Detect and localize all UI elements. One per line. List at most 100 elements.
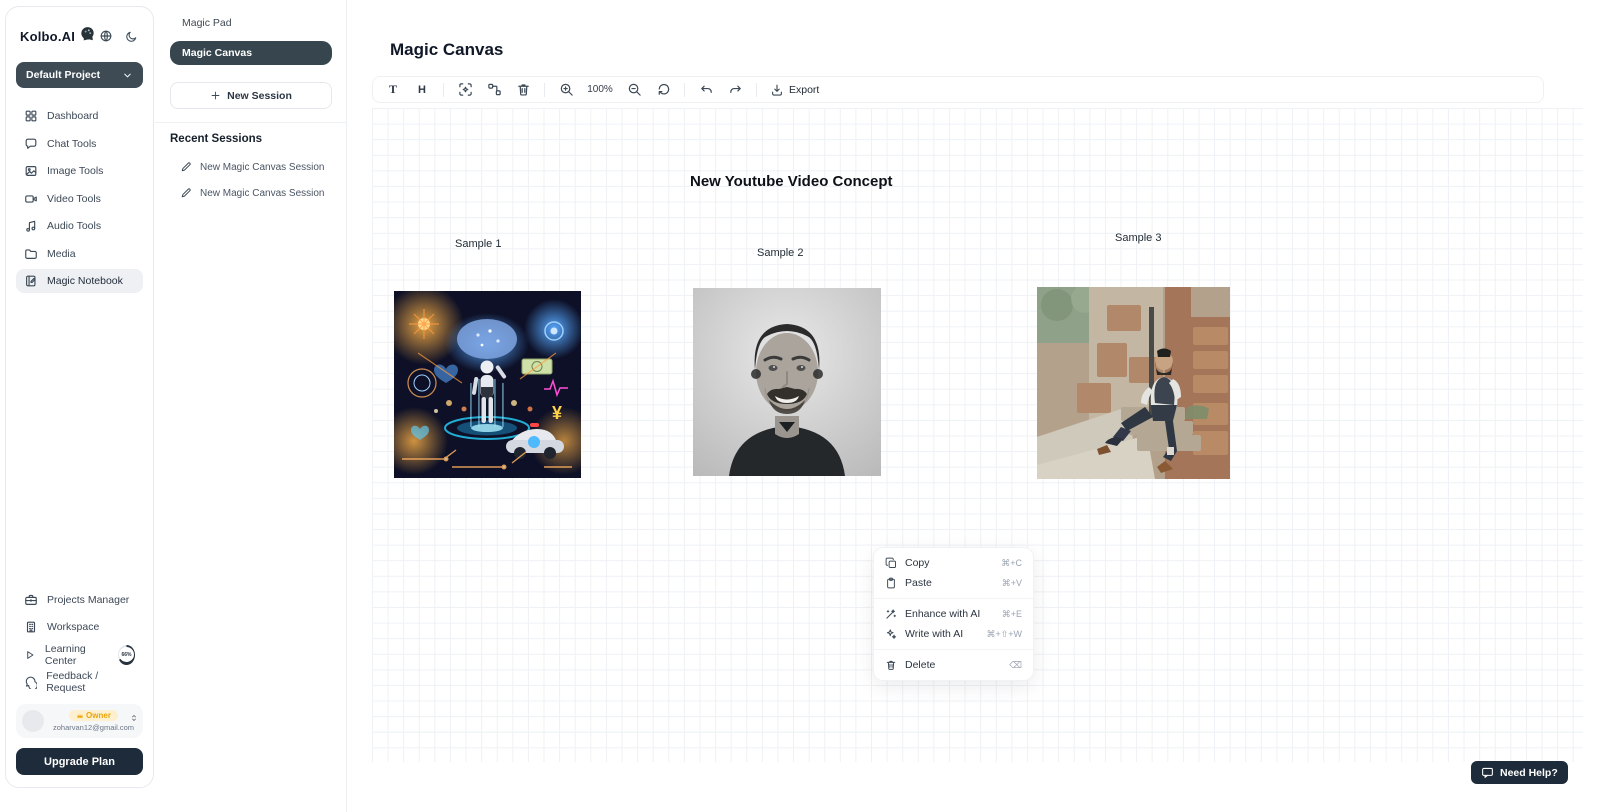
heading-tool-button[interactable]: H: [414, 82, 430, 98]
user-email: zoharvan12@gmail.com: [53, 723, 134, 732]
media-folder-icon: [24, 247, 38, 261]
sidebar-item-label: Dashboard: [47, 110, 98, 122]
sidebar-item-feedback-request[interactable]: Feedback / Request: [16, 670, 143, 694]
sidebar-item-workspace[interactable]: Workspace: [16, 615, 143, 639]
toolbar-divider: [756, 83, 757, 97]
session-item-label: New Magic Canvas Session: [200, 162, 325, 173]
trash-icon: [516, 82, 531, 97]
brand-logo: Kolbo.AI: [20, 29, 75, 44]
sidebar-item-magic-notebook[interactable]: Magic Notebook: [16, 269, 143, 293]
sidebar-item-label: Magic Notebook: [47, 275, 123, 287]
menu-item-label: Write with AI: [905, 628, 963, 640]
menu-shortcut: ⌘+⇧+W: [986, 629, 1022, 640]
menu-shortcut: ⌘+E: [1002, 609, 1022, 620]
brain-head-logo-icon: [79, 25, 96, 47]
sample-2-label[interactable]: Sample 2: [757, 247, 803, 259]
session-list-item[interactable]: New Magic Canvas Session: [170, 187, 332, 199]
chat-bubble-icon: [24, 137, 38, 151]
connector-tool-button[interactable]: [486, 82, 502, 98]
session-list-item[interactable]: New Magic Canvas Session: [170, 161, 332, 173]
sidebar-item-projects-manager[interactable]: Projects Manager: [16, 588, 143, 612]
sidebar-item-video-tools[interactable]: Video Tools: [16, 187, 143, 211]
video-camera-icon: [24, 192, 38, 206]
menu-shortcut: ⌫: [1009, 660, 1022, 671]
undo-button[interactable]: [698, 82, 714, 98]
sidebar-item-dashboard[interactable]: Dashboard: [16, 104, 143, 128]
briefcase-icon: [24, 593, 38, 607]
redo-button[interactable]: [727, 82, 743, 98]
page-title: Magic Canvas: [390, 40, 503, 60]
sidebar-item-label: Learning Center: [45, 643, 109, 667]
new-session-label: New Session: [227, 90, 292, 102]
export-button[interactable]: Export: [770, 83, 819, 97]
pencil-icon: [180, 161, 192, 173]
menu-divider: [874, 598, 1033, 599]
connector-icon: [487, 82, 502, 97]
sidebar-item-label: Audio Tools: [47, 220, 101, 232]
sidebar-item-learning-center[interactable]: Learning Center 66%: [16, 643, 143, 667]
menu-item-paste[interactable]: Paste ⌘+V: [874, 573, 1033, 593]
text-tool-button[interactable]: T: [385, 82, 401, 98]
rotate-icon: [656, 82, 671, 97]
context-menu: Copy ⌘+C Paste ⌘+V Enhance with AI ⌘+E W…: [873, 547, 1034, 681]
project-selector[interactable]: Default Project: [16, 62, 143, 88]
ai-select-button[interactable]: [457, 82, 473, 98]
menu-item-label: Copy: [905, 557, 930, 569]
sidebar-item-image-tools[interactable]: Image Tools: [16, 159, 143, 183]
sidebar-item-chat-tools[interactable]: Chat Tools: [16, 132, 143, 156]
sidebar: Kolbo.AI Default Project Dashboard Chat …: [5, 6, 154, 788]
menu-shortcut: ⌘+C: [1001, 558, 1022, 569]
globe-icon[interactable]: [98, 28, 114, 44]
sidebar-item-label: Projects Manager: [47, 594, 129, 606]
notebook-icon: [24, 274, 38, 288]
toolbar-divider: [443, 83, 444, 97]
export-label: Export: [789, 84, 819, 96]
sidebar-item-media[interactable]: Media: [16, 242, 143, 266]
sidebar-item-audio-tools[interactable]: Audio Tools: [16, 214, 143, 238]
sample-1-image-ai-robot[interactable]: ¥: [394, 291, 581, 478]
zoom-in-button[interactable]: [558, 82, 574, 98]
owner-role-badge: Owner: [69, 710, 118, 721]
redo-icon: [728, 82, 743, 97]
canvas-toolbar: T H 100% Export: [372, 76, 1544, 103]
nav-magic-pad[interactable]: Magic Pad: [170, 12, 332, 34]
sparkle-icon: [885, 628, 897, 640]
menu-item-delete[interactable]: Delete ⌫: [874, 655, 1033, 675]
zoom-in-icon: [559, 82, 574, 97]
zoom-out-button[interactable]: [626, 82, 642, 98]
sample-3-label[interactable]: Sample 3: [1115, 232, 1161, 244]
need-help-button[interactable]: Need Help?: [1471, 761, 1568, 784]
project-selector-label: Default Project: [26, 69, 100, 81]
chevron-down-icon: [122, 70, 133, 81]
building-icon: [24, 620, 38, 634]
user-account-card[interactable]: Owner zoharvan12@gmail.com: [16, 704, 143, 738]
sidebar-item-label: Feedback / Request: [46, 670, 135, 694]
reset-rotation-button[interactable]: [655, 82, 671, 98]
toolbar-divider: [684, 83, 685, 97]
paste-icon: [885, 577, 897, 589]
sample-1-label[interactable]: Sample 1: [455, 238, 501, 250]
canvas-heading-text[interactable]: New Youtube Video Concept: [690, 173, 893, 190]
menu-item-enhance-with-ai[interactable]: Enhance with AI ⌘+E: [874, 604, 1033, 624]
svg-text:¥: ¥: [552, 403, 562, 423]
sample-3-image-ruins[interactable]: [1037, 287, 1230, 479]
menu-divider: [874, 649, 1033, 650]
delete-tool-button[interactable]: [515, 82, 531, 98]
menu-item-write-with-ai[interactable]: Write with AI ⌘+⇧+W: [874, 624, 1033, 644]
moon-dark-mode-icon[interactable]: [123, 28, 139, 44]
sidebar-item-label: Workspace: [47, 621, 99, 633]
sample-2-image-portrait[interactable]: [693, 288, 881, 476]
nav-magic-canvas-active[interactable]: Magic Canvas: [170, 41, 332, 65]
music-note-icon: [24, 219, 38, 233]
menu-item-label: Delete: [905, 659, 935, 671]
chevron-expand-icon: [130, 714, 138, 722]
sidebar-item-label: Chat Tools: [47, 138, 96, 150]
menu-item-copy[interactable]: Copy ⌘+C: [874, 553, 1033, 573]
session-list: New Magic Canvas Session New Magic Canva…: [170, 161, 332, 199]
upgrade-plan-button[interactable]: Upgrade Plan: [16, 748, 143, 775]
undo-icon: [699, 82, 714, 97]
sidebar-item-label: Video Tools: [47, 193, 101, 205]
new-session-button[interactable]: New Session: [170, 82, 332, 109]
sidebar-item-label: Media: [47, 248, 76, 260]
sidebar-footer-nav: Projects Manager Workspace Learning Cent…: [16, 588, 143, 695]
